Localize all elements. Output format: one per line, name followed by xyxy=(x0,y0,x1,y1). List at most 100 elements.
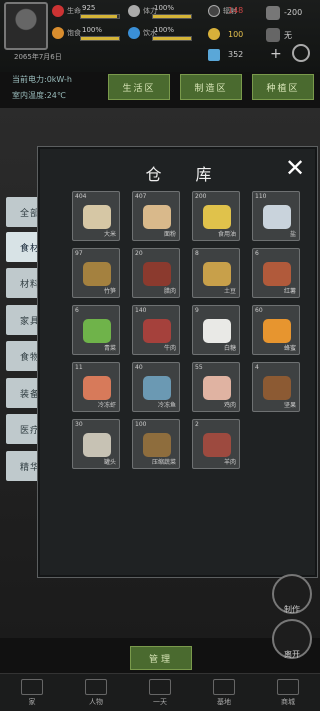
living-area-button[interactable]: 生活区 xyxy=(108,74,170,100)
craft-label: 制作 xyxy=(284,605,300,614)
item-name: 压缩蔬菜 xyxy=(151,459,176,466)
panel-title: 仓库 xyxy=(145,165,246,184)
item-icon xyxy=(203,262,231,286)
item-count: 8 xyxy=(195,250,199,257)
item-name: 腊肉 xyxy=(163,288,176,295)
item-slot[interactable]: 60 蜂蜜 xyxy=(252,305,300,355)
item-icon xyxy=(83,433,111,457)
item-slot[interactable]: 100 压缩蔬菜 xyxy=(132,419,180,469)
item-name: 冷冻鱼 xyxy=(157,402,176,409)
health-stat: 生命 xyxy=(52,4,81,18)
nav-base[interactable]: 基地 xyxy=(192,674,256,711)
item-icon xyxy=(203,205,231,229)
item-icon xyxy=(203,376,231,400)
item-icon xyxy=(83,376,111,400)
item-name: 大米 xyxy=(103,231,116,238)
player-avatar[interactable] xyxy=(4,2,48,50)
item-icon xyxy=(83,319,111,343)
home-icon xyxy=(21,679,43,695)
item-name: 羊肉 xyxy=(223,459,236,466)
nav-characters[interactable]: 人物 xyxy=(64,674,128,711)
planting-area-button[interactable]: 种植区 xyxy=(252,74,314,100)
item-name: 食用油 xyxy=(217,231,236,238)
item-icon xyxy=(143,319,171,343)
item-name: 罐头 xyxy=(103,459,116,466)
indoor-temp-info: 室内温度:24℃ xyxy=(12,91,66,100)
item-count: 100 xyxy=(135,421,147,428)
power-info: 当前电力:0kW-h xyxy=(12,75,72,84)
close-icon[interactable]: ✕ xyxy=(284,156,306,180)
diamond-value: 352 xyxy=(228,50,244,59)
item-slot[interactable]: 6 红薯 xyxy=(252,248,300,298)
item-count: 30 xyxy=(75,421,83,428)
item-count: 407 xyxy=(135,193,147,200)
item-count: 9 xyxy=(195,307,199,314)
item-slot[interactable]: 4 坚果 xyxy=(252,362,300,412)
item-slot[interactable]: 20 腊肉 xyxy=(132,248,180,298)
health-label: 生命 xyxy=(67,7,81,15)
item-slot[interactable]: 55 鸡肉 xyxy=(192,362,240,412)
item-name: 蜂蜜 xyxy=(283,345,296,352)
item-name: 冷冻虾 xyxy=(97,402,116,409)
item-slot[interactable]: 404 大米 xyxy=(72,191,120,241)
item-icon xyxy=(263,376,291,400)
item-name: 牛肉 xyxy=(163,345,176,352)
item-slot[interactable]: 8 土豆 xyxy=(192,248,240,298)
item-count: 40 xyxy=(135,364,143,371)
thermometer-icon xyxy=(266,6,280,20)
cloud-icon xyxy=(266,28,280,42)
book-icon xyxy=(149,679,171,695)
item-slot[interactable]: 11 冷冻虾 xyxy=(72,362,120,412)
item-slot[interactable]: 6 青菜 xyxy=(72,305,120,355)
item-name: 盐 xyxy=(289,231,296,238)
bottom-nav: 家 人物 一天 基地 商城 xyxy=(0,673,320,711)
crafting-area-button[interactable]: 制造区 xyxy=(180,74,242,100)
item-icon xyxy=(203,319,231,343)
item-count: 11 xyxy=(75,364,83,371)
item-icon xyxy=(263,205,291,229)
item-slot[interactable]: 110 盐 xyxy=(252,191,300,241)
people-icon xyxy=(85,679,107,695)
item-name: 红薯 xyxy=(283,288,296,295)
item-count: 2 xyxy=(195,421,199,428)
item-name: 面粉 xyxy=(163,231,176,238)
item-slot[interactable]: 140 牛肉 xyxy=(132,305,180,355)
item-slot[interactable]: 2 羊肉 xyxy=(192,419,240,469)
heart-icon xyxy=(52,5,64,17)
warehouse-panel: 仓库 ✕ 404 大米 407 面粉 200 食用油 110 盐 97 竹笋 20 腊肉 8 土豆 6 红薯 6… xyxy=(37,146,318,578)
nav-shop[interactable]: 商城 xyxy=(256,674,320,711)
status-bar: 生命 925 饱食 100% 体力 100% 饮水 100% 辐射 148 -2… xyxy=(0,0,320,72)
craft-button[interactable]: 制作 xyxy=(272,574,312,614)
radiation-value: 148 xyxy=(228,6,244,15)
manage-button[interactable]: 管理 xyxy=(130,646,192,670)
health-value: 925 xyxy=(82,4,96,12)
stamina-bar xyxy=(152,14,192,19)
item-count: 6 xyxy=(255,250,259,257)
item-slot[interactable]: 9 白糖 xyxy=(192,305,240,355)
item-count: 60 xyxy=(255,307,263,314)
add-icon[interactable]: + xyxy=(270,46,282,62)
item-slot[interactable]: 200 食用油 xyxy=(192,191,240,241)
temperature-value: -200 xyxy=(284,8,303,17)
item-slot[interactable]: 407 面粉 xyxy=(132,191,180,241)
thirst-value: 100% xyxy=(154,26,175,34)
nav-home[interactable]: 家 xyxy=(0,674,64,711)
item-slot[interactable]: 30 罐头 xyxy=(72,419,120,469)
coin-icon xyxy=(208,28,220,40)
house-icon xyxy=(213,679,235,695)
hunger-stat: 饱食 xyxy=(52,26,81,40)
nav-day[interactable]: 一天 xyxy=(128,674,192,711)
item-count: 200 xyxy=(195,193,207,200)
item-icon xyxy=(143,433,171,457)
item-icon xyxy=(263,262,291,286)
hunger-bar xyxy=(80,36,120,41)
item-icon xyxy=(143,376,171,400)
item-icon xyxy=(143,205,171,229)
item-slot[interactable]: 97 竹笋 xyxy=(72,248,120,298)
item-slot[interactable]: 40 冷冻鱼 xyxy=(132,362,180,412)
gear-icon[interactable] xyxy=(292,44,310,62)
hunger-label: 饱食 xyxy=(67,29,81,37)
item-count: 97 xyxy=(75,250,83,257)
item-name: 坚果 xyxy=(283,402,296,409)
leave-button[interactable]: 离开 xyxy=(272,619,312,659)
